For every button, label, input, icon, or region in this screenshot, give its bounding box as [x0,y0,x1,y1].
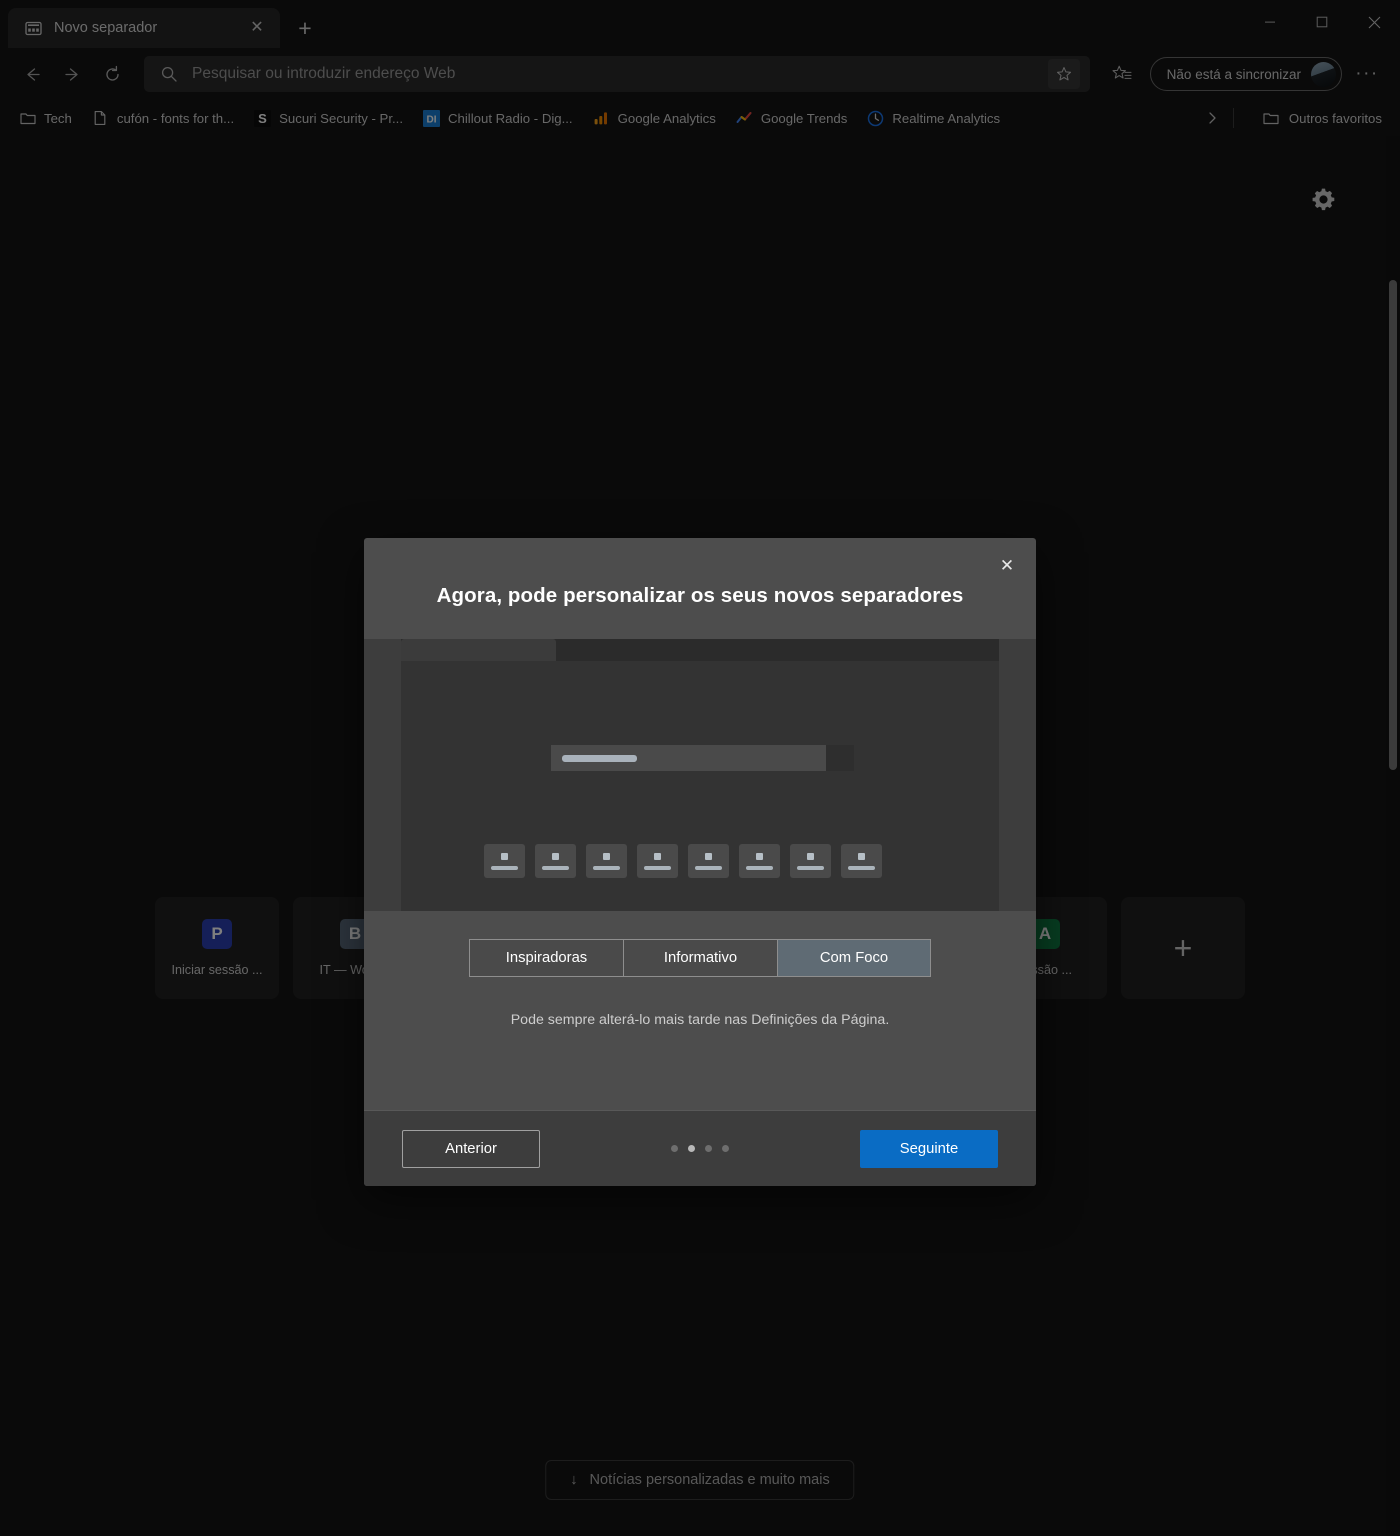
layout-option-inspiradoras[interactable]: Inspiradoras [469,939,623,977]
pagination-dot-active[interactable] [688,1145,695,1152]
preview-tiles-row [484,844,882,878]
preview-tab-strip [401,639,999,661]
dialog-footer: Anterior Seguinte [364,1110,1036,1186]
preview-tile [688,844,729,878]
preview-search-placeholder [562,754,637,762]
pagination-dot[interactable] [722,1145,729,1152]
layout-option-informativo[interactable]: Informativo [623,939,777,977]
preview-tile [790,844,831,878]
preview-search-bar [551,745,854,771]
next-button[interactable]: Seguinte [860,1129,998,1168]
layout-option-com-foco[interactable]: Com Foco [777,939,931,977]
preview-tile [739,844,780,878]
preview-tile [637,844,678,878]
preview-tile [484,844,525,878]
dialog-hint-text: Pode sempre alterá-lo mais tarde nas Def… [510,1012,890,1028]
preview-body [401,661,999,911]
previous-button[interactable]: Anterior [402,1129,540,1168]
personalize-tabs-dialog: ✕ Agora, pode personalizar os seus novos… [364,538,1036,1186]
browser-window: Novo separador ✕ + [0,0,1400,1536]
pagination-dot[interactable] [671,1145,678,1152]
layout-options-section: Inspiradoras Informativo Com Foco Pode s… [364,911,1036,1110]
dialog-title: Agora, pode personalizar os seus novos s… [436,584,964,607]
preview-tile [535,844,576,878]
new-tab-layout-preview [364,639,1036,911]
preview-tab [401,639,556,661]
preview-search-button [826,745,854,771]
layout-segmented-control: Inspiradoras Informativo Com Foco [469,939,931,977]
preview-tile [841,844,882,878]
preview-window [401,639,999,911]
pagination-dot[interactable] [705,1145,712,1152]
close-icon[interactable]: ✕ [990,548,1024,582]
preview-tile [586,844,627,878]
pagination-dots [671,1145,729,1152]
